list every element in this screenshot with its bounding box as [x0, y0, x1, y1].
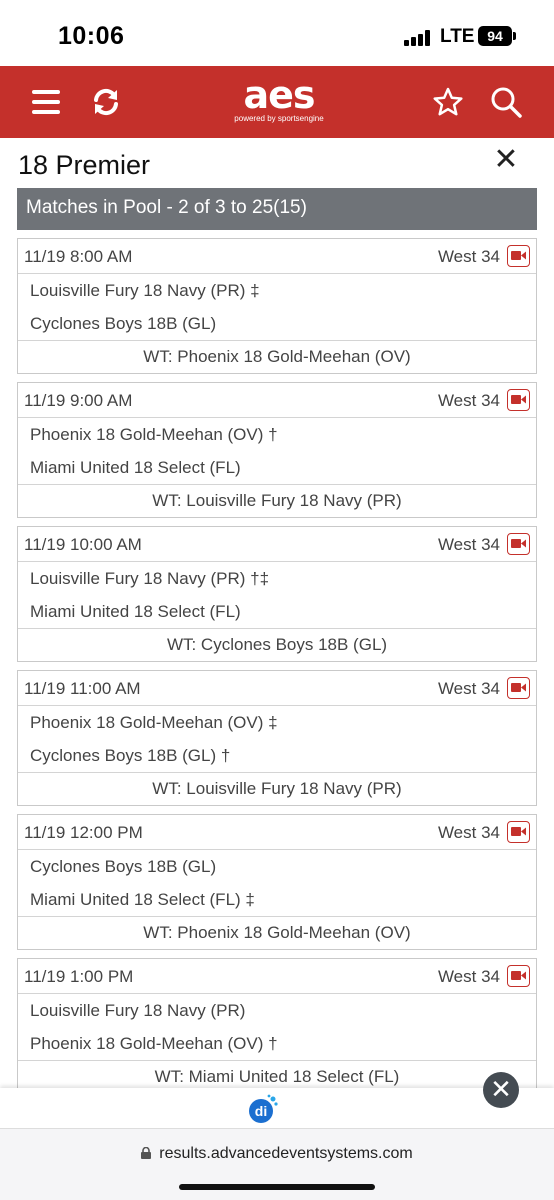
work-team[interactable]: WT: Phoenix 18 Gold-Meehan (OV) [18, 340, 536, 373]
work-team[interactable]: WT: Phoenix 18 Gold-Meehan (OV) [18, 916, 536, 949]
team-1[interactable]: Louisville Fury 18 Navy (PR) †‡ [18, 562, 536, 595]
team-1[interactable]: Louisville Fury 18 Navy (PR) ‡ [18, 274, 536, 307]
url-display[interactable]: results.advancedeventsystems.com [0, 1145, 554, 1163]
lock-icon [141, 1146, 152, 1159]
team-2[interactable]: Cyclones Boys 18B (GL) [18, 307, 536, 340]
menu-icon[interactable] [32, 90, 60, 114]
match-time: 11/19 10:00 AM [24, 535, 142, 554]
svg-text:di: di [255, 1103, 267, 1119]
video-camera-icon[interactable] [507, 677, 530, 699]
video-camera-icon[interactable] [507, 533, 530, 555]
video-camera-icon[interactable] [507, 389, 530, 411]
team-2[interactable]: Miami United 18 Select (FL) [18, 451, 536, 484]
team-1[interactable]: Cyclones Boys 18B (GL) [18, 850, 536, 883]
close-ad-button[interactable]: ✕ [483, 1072, 519, 1108]
match-header: 11/19 11:00 AM West 34 [18, 671, 536, 706]
team-2[interactable]: Miami United 18 Select (FL) [18, 595, 536, 628]
match-header: 11/19 12:00 PM West 34 [18, 815, 536, 850]
team-1[interactable]: Phoenix 18 Gold-Meehan (OV) † [18, 418, 536, 451]
match-card: 11/19 8:00 AM West 34 Louisville Fury 18… [17, 238, 537, 374]
match-card: 11/19 1:00 PM West 34 Louisville Fury 18… [17, 958, 537, 1094]
match-header: 11/19 9:00 AM West 34 [18, 383, 536, 418]
url-text: results.advancedeventsystems.com [159, 1145, 413, 1162]
match-time: 11/19 12:00 PM [24, 823, 143, 842]
browser-url-bar[interactable]: results.advancedeventsystems.com [0, 1128, 554, 1200]
match-header: 11/19 10:00 AM West 34 [18, 527, 536, 562]
match-card: 11/19 10:00 AM West 34 Louisville Fury 1… [17, 526, 537, 662]
team-1[interactable]: Phoenix 18 Gold-Meehan (OV) ‡ [18, 706, 536, 739]
battery-tip [513, 32, 516, 40]
match-court[interactable]: West 34 [438, 823, 500, 843]
match-court[interactable]: West 34 [438, 391, 500, 411]
ad-banner[interactable]: di [0, 1088, 554, 1128]
match-time: 11/19 9:00 AM [24, 391, 133, 410]
search-icon[interactable] [490, 86, 522, 118]
match-header: 11/19 1:00 PM West 34 [18, 959, 536, 994]
match-court[interactable]: West 34 [438, 679, 500, 699]
match-time: 11/19 1:00 PM [24, 967, 134, 986]
logo-subtext: powered by sportsengine [234, 114, 324, 123]
status-time: 10:06 [58, 22, 125, 50]
match-card: 11/19 12:00 PM West 34 Cyclones Boys 18B… [17, 814, 537, 950]
star-icon[interactable] [432, 86, 464, 118]
team-2[interactable]: Phoenix 18 Gold-Meehan (OV) † [18, 1027, 536, 1060]
work-team[interactable]: WT: Cyclones Boys 18B (GL) [18, 628, 536, 661]
di-logo-icon[interactable]: di [248, 1094, 278, 1124]
home-indicator[interactable] [179, 1184, 375, 1190]
work-team[interactable]: WT: Louisville Fury 18 Navy (PR) [18, 772, 536, 805]
match-list: 11/19 8:00 AM West 34 Louisville Fury 18… [17, 238, 537, 1102]
status-bar: 10:06 LTE 94 [0, 0, 554, 66]
aes-logo[interactable]: aes powered by sportsengine [227, 73, 331, 126]
match-time: 11/19 11:00 AM [24, 679, 141, 698]
video-camera-icon[interactable] [507, 965, 530, 987]
match-court[interactable]: West 34 [438, 247, 500, 267]
match-card: 11/19 11:00 AM West 34 Phoenix 18 Gold-M… [17, 670, 537, 806]
signal-icon [404, 30, 430, 46]
network-type: LTE [440, 26, 475, 47]
video-camera-icon[interactable] [507, 821, 530, 843]
match-card: 11/19 9:00 AM West 34 Phoenix 18 Gold-Me… [17, 382, 537, 518]
refresh-icon[interactable] [90, 86, 122, 118]
logo-text: aes [243, 73, 315, 117]
team-2[interactable]: Cyclones Boys 18B (GL) † [18, 739, 536, 772]
match-header: 11/19 8:00 AM West 34 [18, 239, 536, 274]
match-court[interactable]: West 34 [438, 535, 500, 555]
close-icon[interactable]: ✕ [492, 145, 520, 175]
pool-header: Matches in Pool - 2 of 3 to 25(15) [17, 188, 537, 230]
match-court[interactable]: West 34 [438, 967, 500, 987]
work-team[interactable]: WT: Louisville Fury 18 Navy (PR) [18, 484, 536, 517]
team-1[interactable]: Louisville Fury 18 Navy (PR) [18, 994, 536, 1027]
team-2[interactable]: Miami United 18 Select (FL) ‡ [18, 883, 536, 916]
app-header: aes powered by sportsengine [0, 66, 554, 138]
page-title: 18 Premier [18, 150, 151, 180]
video-camera-icon[interactable] [507, 245, 530, 267]
match-time: 11/19 8:00 AM [24, 247, 133, 266]
battery-icon: 94 [478, 26, 512, 46]
